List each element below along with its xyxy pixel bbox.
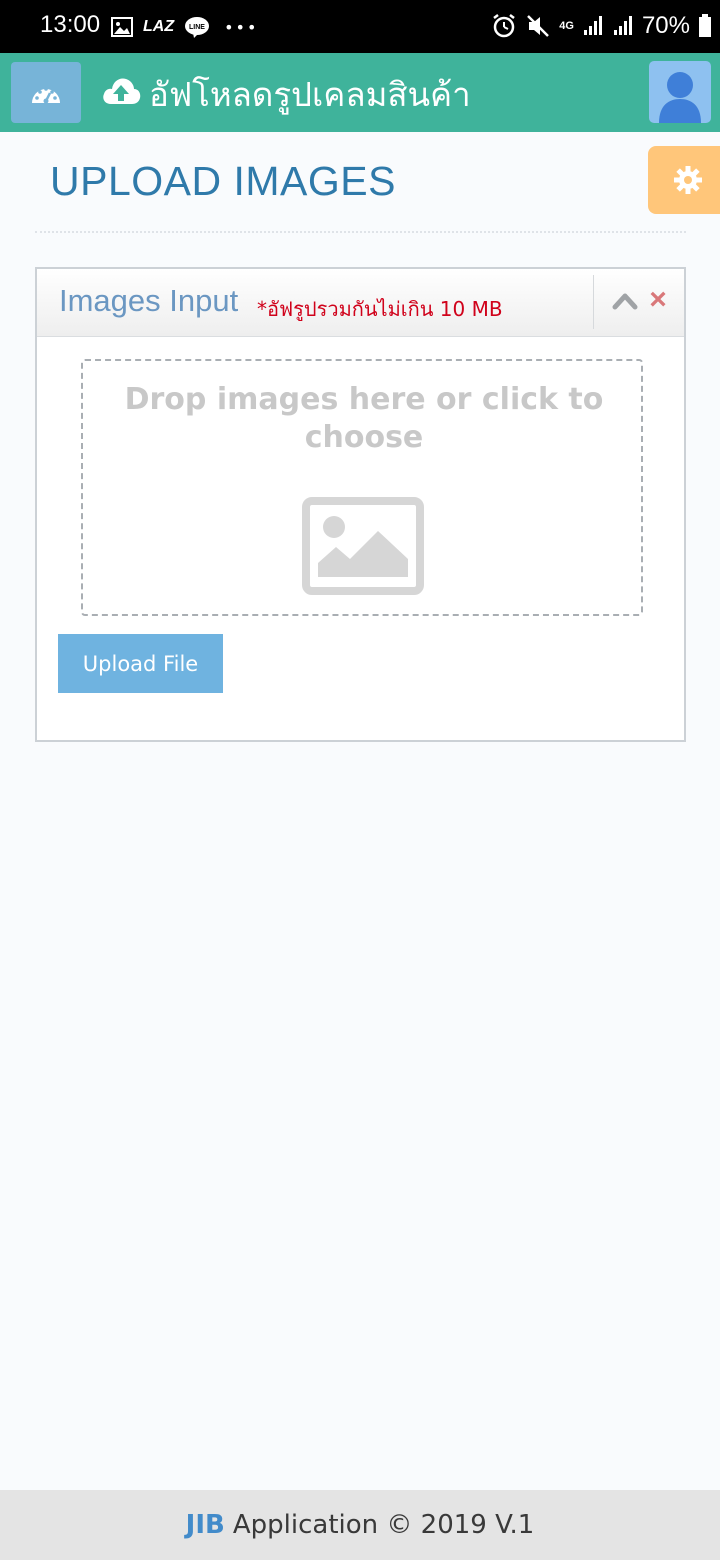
line-icon: LINE xyxy=(185,17,210,38)
dropzone-text: Drop images here or click to choose xyxy=(124,382,604,455)
network-4g-icon: 4G xyxy=(559,20,574,32)
more-dots-icon: ••• xyxy=(224,17,259,37)
avatar[interactable] xyxy=(649,61,711,123)
lazada-icon: LAZ xyxy=(143,18,175,35)
close-icon[interactable]: × xyxy=(647,283,669,317)
svg-text:LINE: LINE xyxy=(189,24,205,31)
widget-header: Images Input *อัฟรูปรวมกันไม่เกิน 10 MB … xyxy=(37,269,684,337)
widget-size-note: *อัฟรูปรวมกันไม่เกิน 10 MB xyxy=(257,297,503,321)
battery-icon xyxy=(699,14,711,37)
footer-text: Application © 2019 V.1 xyxy=(232,1510,535,1540)
notification-icons: LAZ LINE ••• xyxy=(111,14,258,40)
widget-toolbar: × xyxy=(593,275,684,329)
alarm-icon xyxy=(493,14,516,38)
mute-icon xyxy=(527,15,550,37)
image-dropzone[interactable]: Drop images here or click to choose xyxy=(81,359,643,616)
gear-icon xyxy=(674,166,702,194)
upload-file-button[interactable]: Upload File xyxy=(58,634,223,693)
title-divider xyxy=(35,231,686,233)
footer: JIB Application © 2019 V.1 xyxy=(0,1490,720,1560)
images-input-widget: Images Input *อัฟรูปรวมกันไม่เกิน 10 MB … xyxy=(35,267,686,742)
footer-brand: JIB xyxy=(185,1510,225,1540)
image-icon xyxy=(111,17,133,37)
cloud-upload-icon xyxy=(103,78,141,104)
status-time: 13:00 xyxy=(40,11,101,38)
app-header: อัฟโหลดรูปเคลมสินค้า xyxy=(0,53,720,132)
image-placeholder-icon xyxy=(302,497,424,595)
status-bar: 13:00 LAZ LINE ••• 4G 70% xyxy=(0,0,720,53)
dashboard-button[interactable] xyxy=(11,62,81,123)
battery-percent: 70% xyxy=(641,12,690,39)
signal-icon xyxy=(583,16,602,35)
chevron-up-icon[interactable] xyxy=(612,289,638,313)
settings-button[interactable] xyxy=(648,146,720,214)
dashboard-icon xyxy=(32,86,60,103)
page-title: UPLOAD IMAGES xyxy=(50,158,396,204)
system-icons: 4G 70% xyxy=(491,11,712,41)
signal-icon-2 xyxy=(613,16,632,35)
user-icon xyxy=(659,72,701,123)
header-title: อัฟโหลดรูปเคลมสินค้า xyxy=(149,75,471,114)
widget-title: Images Input xyxy=(59,283,239,318)
